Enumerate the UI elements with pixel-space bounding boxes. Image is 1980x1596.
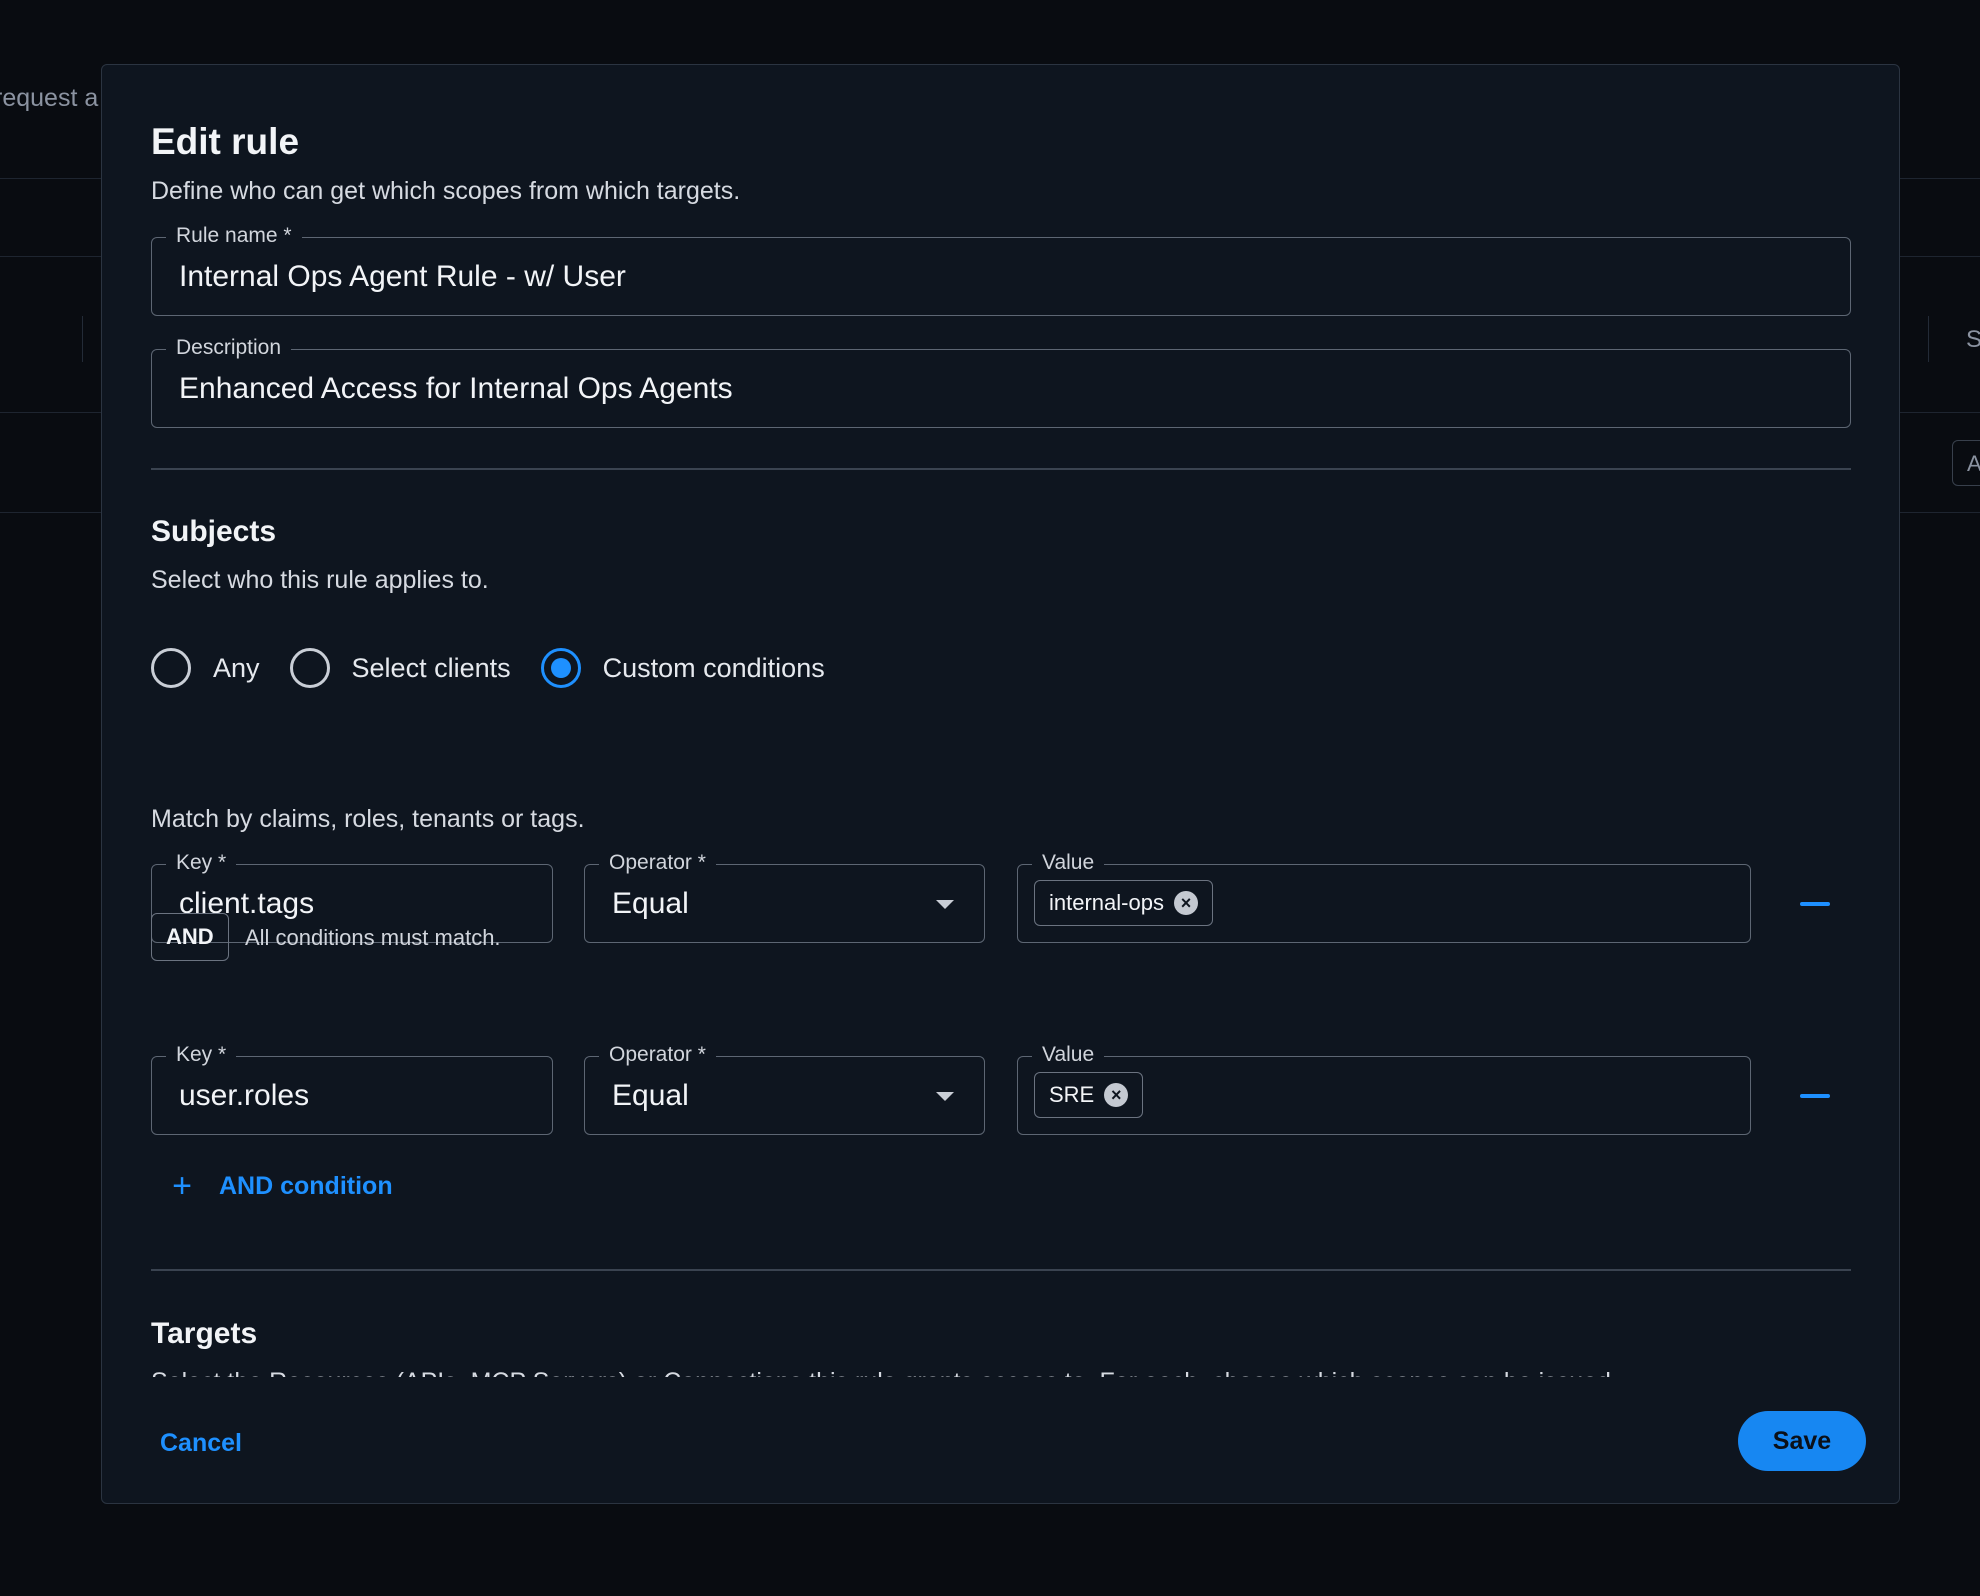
subjects-radio-group: Any Select clients Custom conditions [151, 646, 855, 690]
operator-value: Equal [612, 887, 689, 920]
radio-select-clients[interactable]: Select clients [289, 648, 511, 688]
background-button[interactable]: A [1952, 440, 1980, 486]
close-icon[interactable]: × [1104, 1083, 1129, 1107]
and-help-text: All conditions must match. [245, 925, 501, 950]
rule-name-value: Internal Ops Agent Rule - w/ User [179, 260, 626, 293]
description-value: Enhanced Access for Internal Ops Agents [179, 372, 733, 405]
remove-condition-button[interactable] [1800, 1094, 1830, 1098]
dialog-subtitle: Define who can get which scopes from whi… [151, 177, 741, 205]
value-chip: SRE × [1034, 1072, 1144, 1118]
radio-custom-conditions[interactable]: Custom conditions [540, 648, 825, 688]
operator-label: Operator * [599, 849, 716, 877]
add-condition-label: AND condition [219, 1171, 393, 1200]
subjects-title: Subjects [151, 515, 277, 548]
save-button[interactable]: Save [1738, 1411, 1866, 1471]
radio-unchecked-icon [289, 648, 330, 688]
radio-label: Any [213, 652, 260, 683]
description-field[interactable]: Description Enhanced Access for Internal… [151, 334, 1851, 428]
operator-value: Equal [612, 1079, 689, 1112]
remove-condition-button[interactable] [1800, 902, 1830, 906]
key-label: Key * [166, 849, 237, 877]
condition-operator-select[interactable]: Operator * Equal [584, 849, 985, 943]
value-label: Value [1032, 1041, 1105, 1069]
condition-operator-select[interactable]: Operator * Equal [584, 1041, 985, 1135]
and-badge: AND [151, 913, 229, 961]
cancel-button[interactable]: Cancel [160, 1423, 242, 1464]
chip-label: internal-ops [1049, 890, 1164, 915]
dialog-title: Edit rule [151, 121, 300, 162]
chevron-down-icon [936, 900, 954, 909]
radio-checked-icon [540, 648, 581, 688]
operator-label: Operator * [599, 1041, 716, 1069]
key-value: user.roles [179, 1079, 310, 1112]
chevron-down-icon [936, 1092, 954, 1101]
section-divider [151, 1269, 1851, 1271]
background-separator [82, 316, 83, 362]
description-label: Description [166, 334, 292, 362]
background-separator [1928, 316, 1929, 362]
key-label: Key * [166, 1041, 237, 1069]
condition-key-field[interactable]: Key * user.roles [151, 1041, 553, 1135]
condition-value-field[interactable]: Value internal-ops × [1017, 849, 1751, 943]
targets-title: Targets [151, 1317, 258, 1350]
background-text: S [1966, 326, 1980, 353]
add-and-condition-button[interactable]: + AND condition [165, 1169, 393, 1203]
value-chip: internal-ops × [1034, 880, 1213, 926]
radio-unchecked-icon [151, 648, 191, 688]
edit-rule-dialog: Edit rule Define who can get which scope… [101, 64, 1900, 1504]
section-divider [151, 468, 1851, 470]
radio-label: Select clients [351, 652, 511, 683]
radio-any[interactable]: Any [151, 648, 260, 688]
match-help-text: Match by claims, roles, tenants or tags. [151, 805, 585, 833]
condition-value-field[interactable]: Value SRE × [1017, 1041, 1751, 1135]
radio-label: Custom conditions [602, 652, 825, 683]
rule-name-field[interactable]: Rule name * Internal Ops Agent Rule - w/… [151, 222, 1851, 316]
chip-label: SRE [1049, 1082, 1095, 1107]
value-label: Value [1032, 849, 1105, 877]
background-text: request a [0, 84, 99, 112]
targets-subtitle: Select the Resources (APIs, MCP Servers)… [151, 1368, 1618, 1377]
rule-name-label: Rule name * [166, 222, 302, 250]
plus-icon: + [172, 1167, 192, 1205]
close-icon[interactable]: × [1173, 891, 1198, 915]
dialog-content: Edit rule Define who can get which scope… [151, 65, 1851, 1377]
subjects-subtitle: Select who this rule applies to. [151, 566, 489, 594]
